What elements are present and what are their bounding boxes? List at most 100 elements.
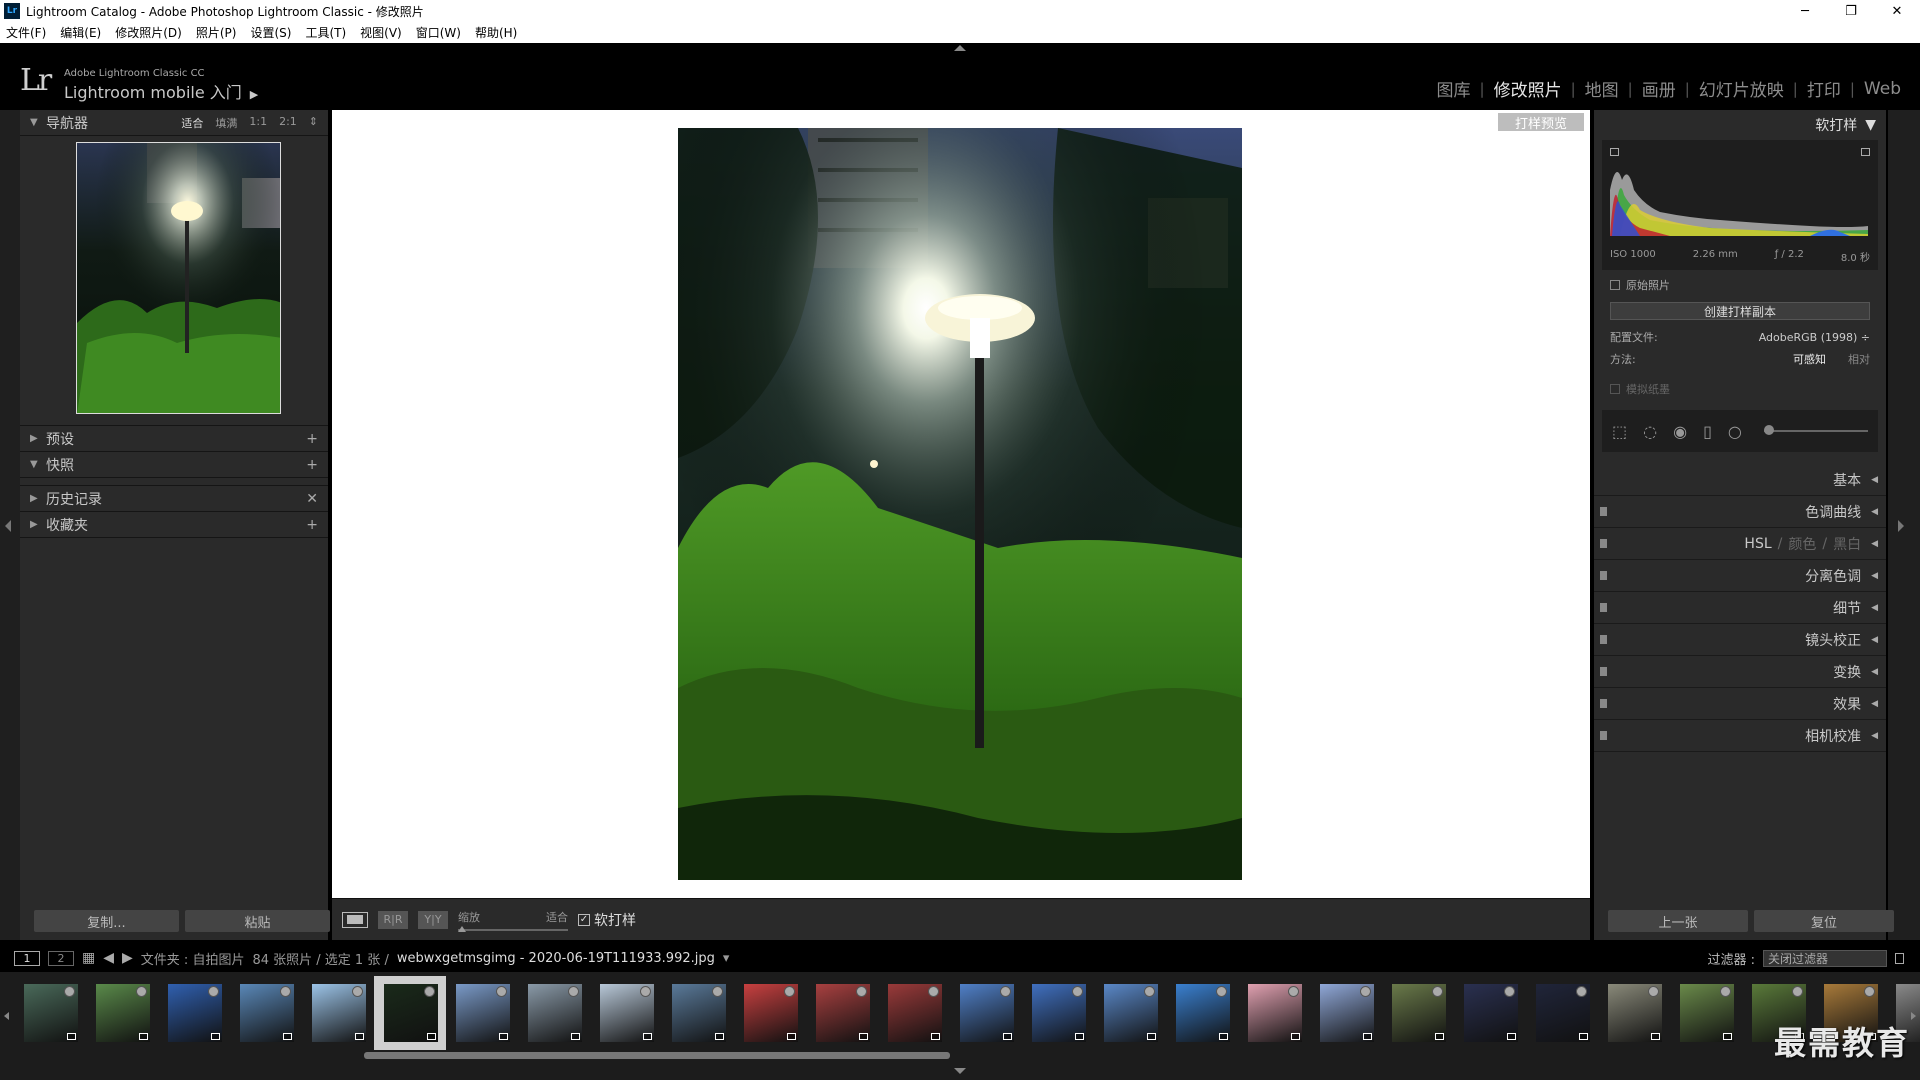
crop-tool-icon[interactable]: ⬚: [1612, 422, 1627, 441]
filmstrip-thumbnail[interactable]: [14, 976, 86, 1050]
maximize-button[interactable]: ❐: [1828, 0, 1874, 22]
filmstrip-thumbnail[interactable]: [950, 976, 1022, 1050]
filter-select[interactable]: 关闭过滤器: [1763, 949, 1887, 967]
loupe-view-button[interactable]: [342, 911, 368, 928]
filename-label[interactable]: webwxgetmsgimg - 2020-06-19T111933.992.j…: [397, 951, 715, 966]
lens-corrections-section[interactable]: 镜头校正 ◀: [1594, 624, 1886, 656]
collections-header[interactable]: ▶ 收藏夹 +: [20, 512, 328, 538]
panel-switch-icon[interactable]: [1600, 667, 1607, 676]
window-1-button[interactable]: 1: [14, 950, 40, 966]
softproof-header[interactable]: 软打样 ▼: [1594, 110, 1886, 140]
module-print[interactable]: 打印: [1798, 76, 1850, 101]
bottom-panel-toggle-icon[interactable]: [954, 1068, 966, 1074]
grid-view-icon[interactable]: ▦: [82, 950, 95, 966]
navigator-preview[interactable]: [20, 136, 328, 426]
filmstrip-scrollbar[interactable]: [364, 1052, 950, 1059]
module-web[interactable]: Web: [1855, 79, 1910, 99]
close-button[interactable]: ✕: [1874, 0, 1920, 22]
panel-switch-icon[interactable]: [1600, 699, 1607, 708]
menu-photo[interactable]: 照片(P): [196, 24, 237, 41]
basic-section[interactable]: 基本 ◀: [1594, 464, 1886, 496]
zoom-slider[interactable]: [458, 925, 568, 932]
back-arrow-icon[interactable]: ◀: [103, 950, 114, 966]
collapse-right-icon[interactable]: [1898, 520, 1904, 532]
panel-switch-icon[interactable]: [1600, 635, 1607, 644]
filmstrip-thumbnail[interactable]: [86, 976, 158, 1050]
collapse-left-icon[interactable]: [5, 520, 11, 532]
menu-help[interactable]: 帮助(H): [475, 24, 517, 41]
softproof-toggle[interactable]: ✓ 软打样: [578, 910, 636, 930]
filmstrip-thumbnail[interactable]: [158, 976, 230, 1050]
panel-switch-icon[interactable]: [1600, 731, 1607, 740]
filmstrip-thumbnail[interactable]: [302, 976, 374, 1050]
zoom-fill[interactable]: 填满: [215, 115, 237, 131]
panel-switch-icon[interactable]: [1600, 539, 1607, 548]
filename-dropdown-icon[interactable]: ▾: [723, 951, 730, 966]
filmstrip-thumbnail[interactable]: [878, 976, 950, 1050]
filmstrip-thumbnail[interactable]: [230, 976, 302, 1050]
zoom-more-icon[interactable]: ⇕: [309, 115, 318, 131]
module-develop[interactable]: 修改照片: [1485, 76, 1571, 101]
before-after-tb-button[interactable]: Y|Y: [418, 910, 448, 929]
reset-button[interactable]: 复位: [1754, 910, 1894, 932]
filmstrip-left-arrow-icon[interactable]: [4, 1012, 9, 1020]
camera-calibration-section[interactable]: 相机校准 ◀: [1594, 720, 1886, 752]
add-collection-icon[interactable]: +: [306, 517, 318, 533]
detail-section[interactable]: 细节 ◀: [1594, 592, 1886, 624]
create-proof-copy-button[interactable]: 创建打样副本: [1610, 302, 1870, 320]
menu-file[interactable]: 文件(F): [6, 24, 46, 41]
hsl-tab[interactable]: HSL: [1744, 536, 1771, 552]
effects-section[interactable]: 效果 ◀: [1594, 688, 1886, 720]
original-photo-row[interactable]: 原始照片: [1594, 274, 1886, 296]
menu-settings[interactable]: 设置(S): [250, 24, 291, 41]
source-label[interactable]: 文件夹 : 自拍图片: [141, 949, 245, 968]
add-preset-icon[interactable]: +: [306, 431, 318, 447]
split-toning-section[interactable]: 分离色调 ◀: [1594, 560, 1886, 592]
filmstrip-thumbnail[interactable]: [374, 976, 446, 1050]
tone-curve-section[interactable]: 色调曲线 ◀: [1594, 496, 1886, 528]
module-book[interactable]: 画册: [1633, 76, 1685, 101]
zoom-fit[interactable]: 适合: [181, 115, 203, 131]
previous-button[interactable]: 上一张: [1608, 910, 1748, 932]
filmstrip-thumbnail[interactable]: [734, 976, 806, 1050]
filmstrip-thumbnail[interactable]: [1310, 976, 1382, 1050]
hsl-section[interactable]: HSL / 颜色 / 黑白 ◀: [1594, 528, 1886, 560]
panel-switch-icon[interactable]: [1600, 507, 1607, 516]
profile-select[interactable]: AdobeRGB (1998) ÷: [1759, 331, 1870, 344]
presets-header[interactable]: ▶ 预设 +: [20, 426, 328, 452]
filter-lock-icon[interactable]: [1895, 952, 1904, 964]
filmstrip-thumbnail[interactable]: [1238, 976, 1310, 1050]
menu-tools[interactable]: 工具(T): [305, 24, 346, 41]
main-photo[interactable]: [678, 128, 1242, 880]
filmstrip-thumbnail[interactable]: [1022, 976, 1094, 1050]
snapshots-header[interactable]: ▼ 快照 +: [20, 452, 328, 478]
filmstrip-thumbnail[interactable]: [1382, 976, 1454, 1050]
zoom-1-1[interactable]: 1:1: [249, 115, 267, 131]
paste-settings-button[interactable]: 粘贴: [185, 910, 330, 932]
navigator-thumbnail[interactable]: [76, 142, 281, 414]
top-panel-toggle-icon[interactable]: [954, 45, 966, 51]
navigator-header[interactable]: ▼ 导航器 适合 填满 1:1 2:1 ⇕: [20, 110, 328, 136]
filmstrip-thumbnail[interactable]: [446, 976, 518, 1050]
module-library[interactable]: 图库: [1428, 76, 1480, 101]
menu-view[interactable]: 视图(V): [360, 24, 402, 41]
menu-develop[interactable]: 修改照片(D): [115, 24, 182, 41]
module-map[interactable]: 地图: [1576, 76, 1628, 101]
filmstrip-thumbnail[interactable]: [806, 976, 878, 1050]
panel-switch-icon[interactable]: [1600, 603, 1607, 612]
filmstrip-thumbnail[interactable]: [662, 976, 734, 1050]
filmstrip-thumbnail[interactable]: [518, 976, 590, 1050]
filmstrip-thumbnail[interactable]: [1598, 976, 1670, 1050]
filmstrip-thumbnail[interactable]: [590, 976, 662, 1050]
color-tab[interactable]: 颜色: [1788, 534, 1816, 554]
original-photo-checkbox[interactable]: [1610, 280, 1620, 290]
collapse-icon[interactable]: ▼: [1865, 117, 1876, 133]
left-panel-edge[interactable]: [0, 110, 20, 940]
before-after-lr-button[interactable]: R|R: [378, 910, 408, 929]
filmstrip-thumbnail[interactable]: [1094, 976, 1166, 1050]
filmstrip-thumbnail[interactable]: [1166, 976, 1238, 1050]
forward-arrow-icon[interactable]: ▶: [122, 950, 133, 966]
red-eye-icon[interactable]: ◉: [1673, 422, 1687, 441]
clear-history-icon[interactable]: ✕: [306, 491, 318, 507]
zoom-2-1[interactable]: 2:1: [279, 115, 297, 131]
